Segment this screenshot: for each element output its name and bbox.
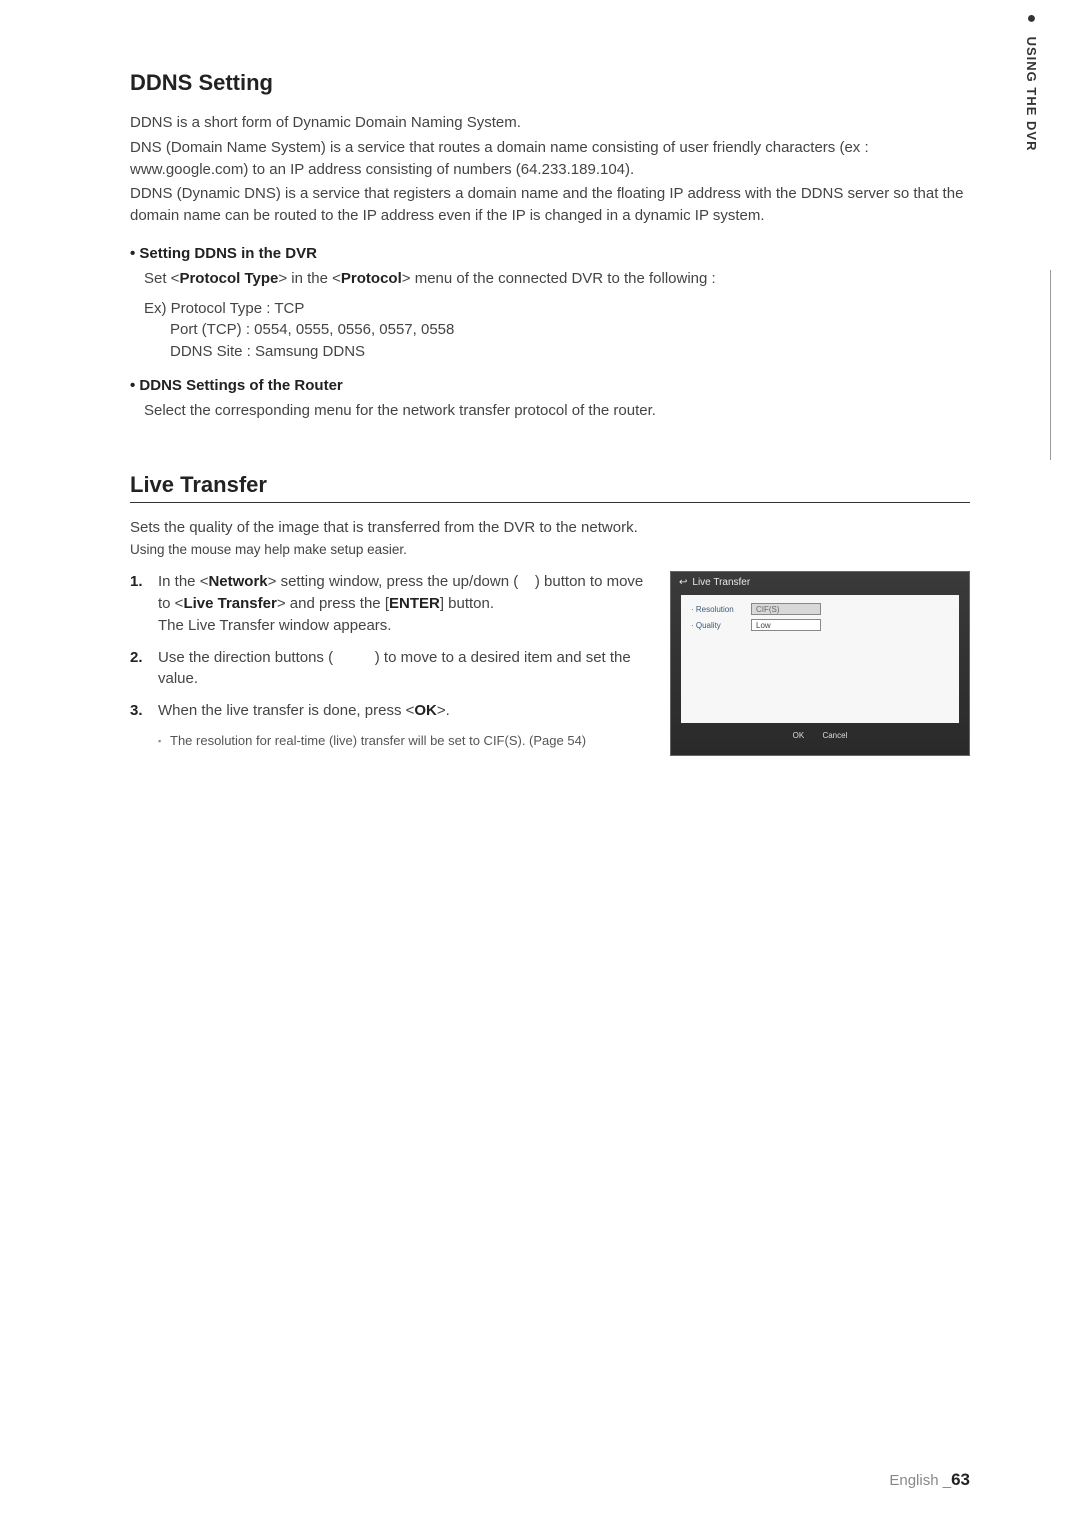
text-fragment: > and press the [ [277, 595, 389, 612]
screenshot-body: · Resolution CIF(S) · Quality Low [681, 595, 959, 723]
text-fragment: >. [437, 702, 450, 719]
side-tab-marker [1050, 270, 1080, 460]
page-footer: English _63 [889, 1470, 970, 1490]
ddns-example: Ex) Protocol Type : TCP Port (TCP) : 055… [144, 298, 970, 363]
screenshot-header: ↩ Live Transfer [671, 572, 969, 593]
ddns-intro: DDNS is a short form of Dynamic Domain N… [130, 112, 970, 227]
ok-bold: OK [414, 702, 437, 719]
live-transfer-screenshot: ↩ Live Transfer · Resolution CIF(S) · Qu… [670, 571, 970, 756]
enter-bold: ENTER [389, 595, 440, 612]
ok-button: OK [793, 731, 805, 740]
live-transfer-heading: Live Transfer [130, 472, 970, 503]
example-line-2: Port (TCP) : 0554, 0555, 0556, 0557, 055… [170, 319, 970, 341]
text-fragment: > menu of the connected DVR to the follo… [402, 270, 716, 287]
ddns-bullet-2-heading: • DDNS Settings of the Router [130, 377, 970, 394]
quality-label: · Quality [691, 621, 751, 630]
network-bold: Network [208, 573, 267, 590]
ddns-bullet-1-heading: • Setting DDNS in the DVR [130, 245, 970, 262]
example-line-1: Ex) Protocol Type : TCP [144, 298, 970, 320]
mouse-hint: Using the mouse may help make setup easi… [130, 542, 970, 557]
live-transfer-intro: Sets the quality of the image that is tr… [130, 517, 970, 539]
text-fragment: In the < [158, 573, 208, 590]
footer-lang: English _ [889, 1472, 951, 1489]
ddns-heading: DDNS Setting [130, 70, 970, 100]
ddns-intro-1: DDNS is a short form of Dynamic Domain N… [130, 112, 970, 134]
screenshot-title: Live Transfer [692, 577, 750, 588]
protocol-type-bold: Protocol Type [179, 270, 278, 287]
text-fragment: When the live transfer is done, press < [158, 702, 414, 719]
text-fragment: ] button. [440, 595, 494, 612]
side-tab-label: ● USING THE DVR [1022, 10, 1040, 151]
resolution-field: CIF(S) [751, 603, 821, 615]
step-3: When the live transfer is done, press <O… [130, 700, 650, 722]
resolution-note: The resolution for real-time (live) tran… [130, 732, 650, 750]
example-line-3: DDNS Site : Samsung DDNS [170, 341, 970, 363]
text-fragment: > in the < [278, 270, 341, 287]
step-1: In the <Network> setting window, press t… [130, 571, 650, 636]
text-fragment: Set < [144, 270, 179, 287]
ddns-intro-3: DDNS (Dynamic DNS) is a service that reg… [130, 183, 970, 227]
step-2: Use the direction buttons ( ) to move to… [130, 647, 650, 691]
steps-column: In the <Network> setting window, press t… [130, 571, 650, 756]
protocol-bold: Protocol [341, 270, 402, 287]
cancel-button: Cancel [822, 731, 847, 740]
quality-field: Low [751, 619, 821, 631]
side-tab-bullet: ● [1022, 10, 1040, 28]
resolution-label: · Resolution [691, 605, 751, 614]
page-number: 63 [951, 1470, 970, 1489]
ddns-bullet-1-body: Set <Protocol Type> in the <Protocol> me… [144, 268, 970, 290]
ddns-bullet-2-body: Select the corresponding menu for the ne… [144, 400, 970, 422]
screenshot-footer: OK Cancel [671, 731, 969, 740]
ddns-intro-2: DNS (Domain Name System) is a service th… [130, 137, 970, 181]
return-icon: ↩ [679, 577, 687, 588]
step-1-sub: The Live Transfer window appears. [158, 615, 650, 637]
side-tab-text: USING THE DVR [1024, 37, 1039, 152]
live-transfer-bold: Live Transfer [183, 595, 276, 612]
